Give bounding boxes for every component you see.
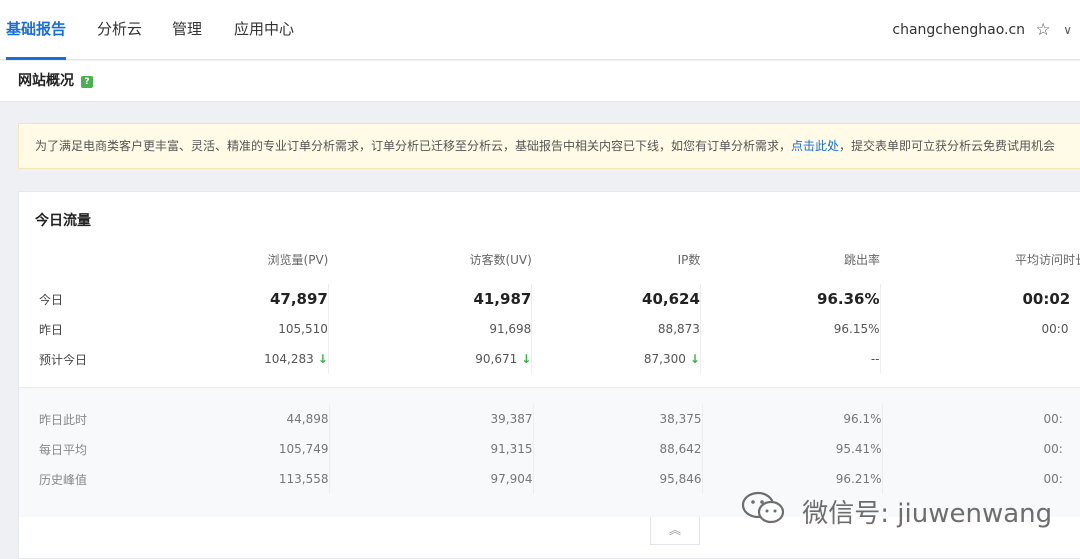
nav-analytics-cloud[interactable]: 分析云 [97, 0, 142, 60]
cell-pv: 105,510 [278, 322, 328, 336]
card-title: 今日流量 [35, 213, 91, 229]
chevron-down-icon[interactable]: ∨ [1063, 0, 1072, 60]
row-label: 昨日此时 [39, 412, 88, 427]
cell-avg-time: 00:02 [879, 284, 1080, 314]
cell-avg-time: 00: [881, 404, 1080, 434]
row-label: 预计今日 [39, 352, 88, 367]
cell-bounce: 96.15% [699, 314, 880, 344]
notice-banner: 为了满足电商类客户更丰富、灵活、精准的专业订单分析需求，订单分析已迁移至分析云，… [18, 123, 1080, 169]
notice-text: 为了满足电商类客户更丰富、灵活、精准的专业订单分析需求，订单分析已迁移至分析云，… [35, 139, 792, 153]
notice-link[interactable]: 点击此处 [791, 139, 839, 153]
cell-value: 90,671 [475, 352, 518, 366]
double-chevron-up-icon[interactable]: ︽ [669, 523, 681, 537]
cell-ip: 87,300 ↓ [531, 344, 701, 374]
cell-value: 87,300 [643, 352, 686, 366]
table-row: 今日 47,897 41,987 40,624 96.36% 00:02 [19, 284, 1080, 314]
cell-ip: 88,873 [531, 314, 701, 344]
header-uv: 访客数(UV) [469, 252, 532, 267]
cell-uv: 39,387 [328, 404, 533, 434]
cell-ip: 95,846 [532, 464, 702, 494]
cell-ip: 38,375 [532, 404, 702, 434]
table-row: 每日平均 105,749 91,315 88,642 95.41% 00: [19, 434, 1080, 464]
table-row: 昨日 105,510 91,698 88,873 96.15% 00:0 [19, 314, 1080, 344]
page-title: 网站概况 [18, 73, 74, 89]
header-empty [19, 244, 149, 274]
cell-ip: 40,624 [531, 284, 701, 314]
header-pv: 浏览量(PV) [267, 252, 329, 267]
arrow-down-icon: ↓ [317, 352, 328, 366]
table-header-row: 浏览量(PV) 访客数(UV) IP数 跳出率 平均访问时长 [19, 244, 1080, 274]
cell-avg-time [879, 344, 1080, 374]
cell-value: 104,283 [264, 352, 314, 366]
arrow-down-icon: ↓ [689, 352, 700, 366]
nav-basic-report[interactable]: 基础报告 [6, 0, 67, 60]
cell-ip: 88,642 [532, 434, 702, 464]
comparison-table: 昨日此时 44,898 39,387 38,375 96.1% 00: 每日平均… [19, 404, 1080, 494]
row-label: 今日 [39, 292, 64, 307]
cell-bounce: 96.1% [701, 404, 882, 434]
header-bounce: 跳出率 [843, 252, 880, 267]
site-name[interactable]: changchenghao.cn [892, 0, 1025, 60]
row-label: 历史峰值 [39, 472, 88, 487]
table-row: 预计今日 104,283 ↓ 90,671 ↓ 87,300 ↓ -- [19, 344, 1080, 374]
help-icon[interactable]: ? [81, 76, 93, 88]
arrow-down-icon: ↓ [521, 352, 532, 366]
cell-uv: 91,698 [327, 314, 532, 344]
cell-pv: 44,898 [286, 412, 329, 426]
cell-uv: 91,315 [328, 434, 533, 464]
notice-text-tail: ，提交表单即可立获分析云免费试用机会 [839, 139, 1056, 153]
cell-uv: 41,987 [327, 284, 532, 314]
cell-bounce: 95.41% [701, 434, 882, 464]
cell-pv: 47,897 [269, 290, 328, 308]
cell-avg-time: 00:0 [879, 314, 1080, 344]
nav-app-center[interactable]: 应用中心 [234, 0, 294, 60]
header-ip: IP数 [677, 252, 701, 267]
header-avg-time: 平均访问时长 [1015, 252, 1080, 267]
cell-uv: 97,904 [328, 464, 533, 494]
cell-bounce: -- [699, 344, 880, 374]
cell-pv: 113,558 [278, 472, 329, 486]
row-label: 每日平均 [39, 442, 88, 457]
table-row: 昨日此时 44,898 39,387 38,375 96.1% 00: [19, 404, 1080, 434]
star-icon[interactable]: ☆ [1036, 0, 1051, 60]
top-nav: 基础报告 分析云 管理 应用中心 changchenghao.cn ☆ ∨ [0, 0, 1080, 60]
wechat-watermark: 微信号: jiuwenwang [740, 490, 1052, 530]
page-title-bar: 网站概况 ? [0, 61, 1080, 102]
cell-avg-time: 00: [881, 434, 1080, 464]
site-selector[interactable]: changchenghao.cn ☆ ∨ [892, 0, 1072, 60]
cell-bounce: 96.36% [699, 284, 880, 314]
cell-uv: 90,671 ↓ [327, 344, 532, 374]
wechat-logo-icon [740, 490, 788, 533]
traffic-table: 浏览量(PV) 访客数(UV) IP数 跳出率 平均访问时长 今日 47,897… [19, 244, 1080, 374]
watermark-text: 微信号: jiuwenwang [802, 499, 1053, 529]
row-label: 昨日 [39, 322, 64, 337]
collapse-button[interactable]: ︽ [650, 517, 700, 545]
cell-pv: 105,749 [278, 442, 329, 456]
nav-manage[interactable]: 管理 [172, 0, 202, 60]
cell-pv: 104,283 ↓ [149, 344, 329, 374]
